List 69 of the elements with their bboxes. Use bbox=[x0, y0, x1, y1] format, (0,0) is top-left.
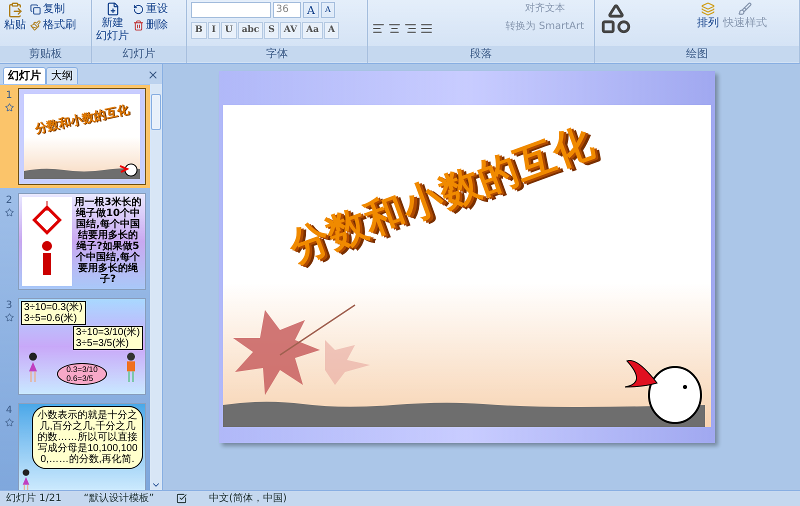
copy-icon bbox=[30, 4, 41, 14]
shapes-gallery-icon[interactable] bbox=[599, 2, 633, 36]
format-button[interactable]: S bbox=[264, 22, 279, 39]
paste-button[interactable]: 粘贴 bbox=[4, 2, 26, 31]
format-painter-button[interactable]: 格式刷 bbox=[30, 18, 76, 32]
delete-icon bbox=[133, 20, 144, 30]
pane-tab[interactable]: 大纲 bbox=[46, 67, 78, 84]
star-icon bbox=[4, 103, 14, 112]
grow-font-button[interactable]: A bbox=[303, 2, 319, 18]
reset-icon bbox=[133, 4, 144, 14]
slide-thumbnail[interactable]: 3÷10=0.3(米) 3÷5=0.6(米) 3÷10=3/10(米) 3÷5=3/5(米) 0.3=3/10 0.6=3/5 bbox=[19, 299, 145, 394]
girl-drawing bbox=[27, 351, 39, 385]
format-button[interactable]: U bbox=[220, 22, 237, 39]
speech-bubble: 3÷10=0.3(米) 3÷5=0.6(米) bbox=[21, 301, 86, 325]
format-button[interactable]: AV bbox=[280, 22, 302, 39]
speech-bubble: 3÷10=3/10(米) 3÷5=3/5(米) bbox=[72, 326, 143, 350]
align-center-icon[interactable] bbox=[388, 22, 401, 35]
format-button[interactable]: B bbox=[191, 22, 207, 39]
fraction-ellipse: 0.3=3/10 0.6=3/5 bbox=[57, 363, 107, 385]
group-label: 剪贴板 bbox=[0, 46, 91, 62]
delete-button[interactable]: 删除 bbox=[133, 18, 168, 32]
thought-cloud: 小数表示的就是十分之几,百分之几,千分之几的数……所以可以直接写成分母是10,100,1000,……的分数,再化简. bbox=[32, 406, 143, 469]
star-icon bbox=[4, 208, 14, 217]
theme-name: “默认设计模板” bbox=[84, 492, 154, 506]
slide-title: 分数和小数的互化 bbox=[282, 118, 600, 272]
group-label: 字体 bbox=[187, 46, 367, 62]
font-size-field[interactable]: 36 bbox=[273, 2, 301, 18]
format-button[interactable]: Aa bbox=[302, 22, 323, 39]
slide-text: 用一根3米长的绳子做10个中国结,每个中国结要用多长的绳子?如果做5个中国结,每个要用多长的绳子? bbox=[74, 197, 142, 286]
slide-number: 1 bbox=[6, 90, 12, 101]
arrange-icon bbox=[701, 2, 715, 16]
boy-drawing bbox=[125, 351, 137, 385]
brush-icon bbox=[738, 2, 752, 16]
group-label: 段落 bbox=[368, 46, 594, 62]
thumbnail-title: 分数和小数的互化 bbox=[33, 101, 131, 138]
brush-icon bbox=[30, 20, 41, 30]
slide-thumbnail[interactable]: 用一根3米长的绳子做10个中国结,每个中国结要用多长的绳子?如果做5个中国结,每个要用多长的绳子? bbox=[19, 194, 145, 289]
scroll-thumb[interactable] bbox=[151, 94, 161, 130]
slide-number: 4 bbox=[6, 405, 12, 416]
shrink-font-button[interactable]: A bbox=[320, 2, 335, 18]
slide-thumbnail[interactable]: 小数表示的就是十分之几,百分之几,千分之几的数……所以可以直接写成分母是10,100,1000,……的分数,再化简. bbox=[19, 404, 145, 490]
group-label: 幻灯片 bbox=[92, 46, 186, 62]
format-button[interactable]: A bbox=[324, 22, 339, 39]
format-button[interactable]: I bbox=[208, 22, 220, 39]
scrollbar[interactable] bbox=[150, 84, 162, 490]
thumbnail-row[interactable]: 1 分数和小数的互化 bbox=[0, 85, 150, 188]
justify-icon[interactable] bbox=[420, 22, 433, 35]
align-left-icon[interactable] bbox=[372, 22, 385, 35]
paste-icon bbox=[7, 2, 23, 18]
spell-check-icon[interactable] bbox=[176, 493, 188, 504]
copy-button[interactable]: 复制 bbox=[30, 2, 76, 16]
language[interactable]: 中文(简体，中国) bbox=[209, 491, 287, 506]
star-icon bbox=[4, 313, 14, 322]
slide-position: 幻灯片 1/21 bbox=[6, 492, 62, 506]
bird-drawing bbox=[118, 161, 138, 177]
font-name-field[interactable] bbox=[191, 2, 271, 18]
align-right-icon[interactable] bbox=[404, 22, 417, 35]
girl-drawing bbox=[21, 467, 31, 490]
reset-button[interactable]: 重设 bbox=[133, 2, 168, 16]
arrange-button[interactable]: 排列 bbox=[697, 2, 719, 29]
new-slide-icon bbox=[106, 2, 120, 16]
format-button[interactable]: abc bbox=[238, 22, 264, 39]
pane-tab[interactable]: 幻灯片 bbox=[3, 67, 46, 84]
slide-number: 3 bbox=[6, 300, 12, 311]
close-icon[interactable] bbox=[147, 69, 159, 81]
slide-number: 2 bbox=[6, 195, 12, 206]
new-slide-button[interactable]: 新建 幻灯片 bbox=[96, 2, 129, 42]
group-label: 绘图 bbox=[595, 46, 799, 62]
star-icon bbox=[4, 418, 14, 427]
